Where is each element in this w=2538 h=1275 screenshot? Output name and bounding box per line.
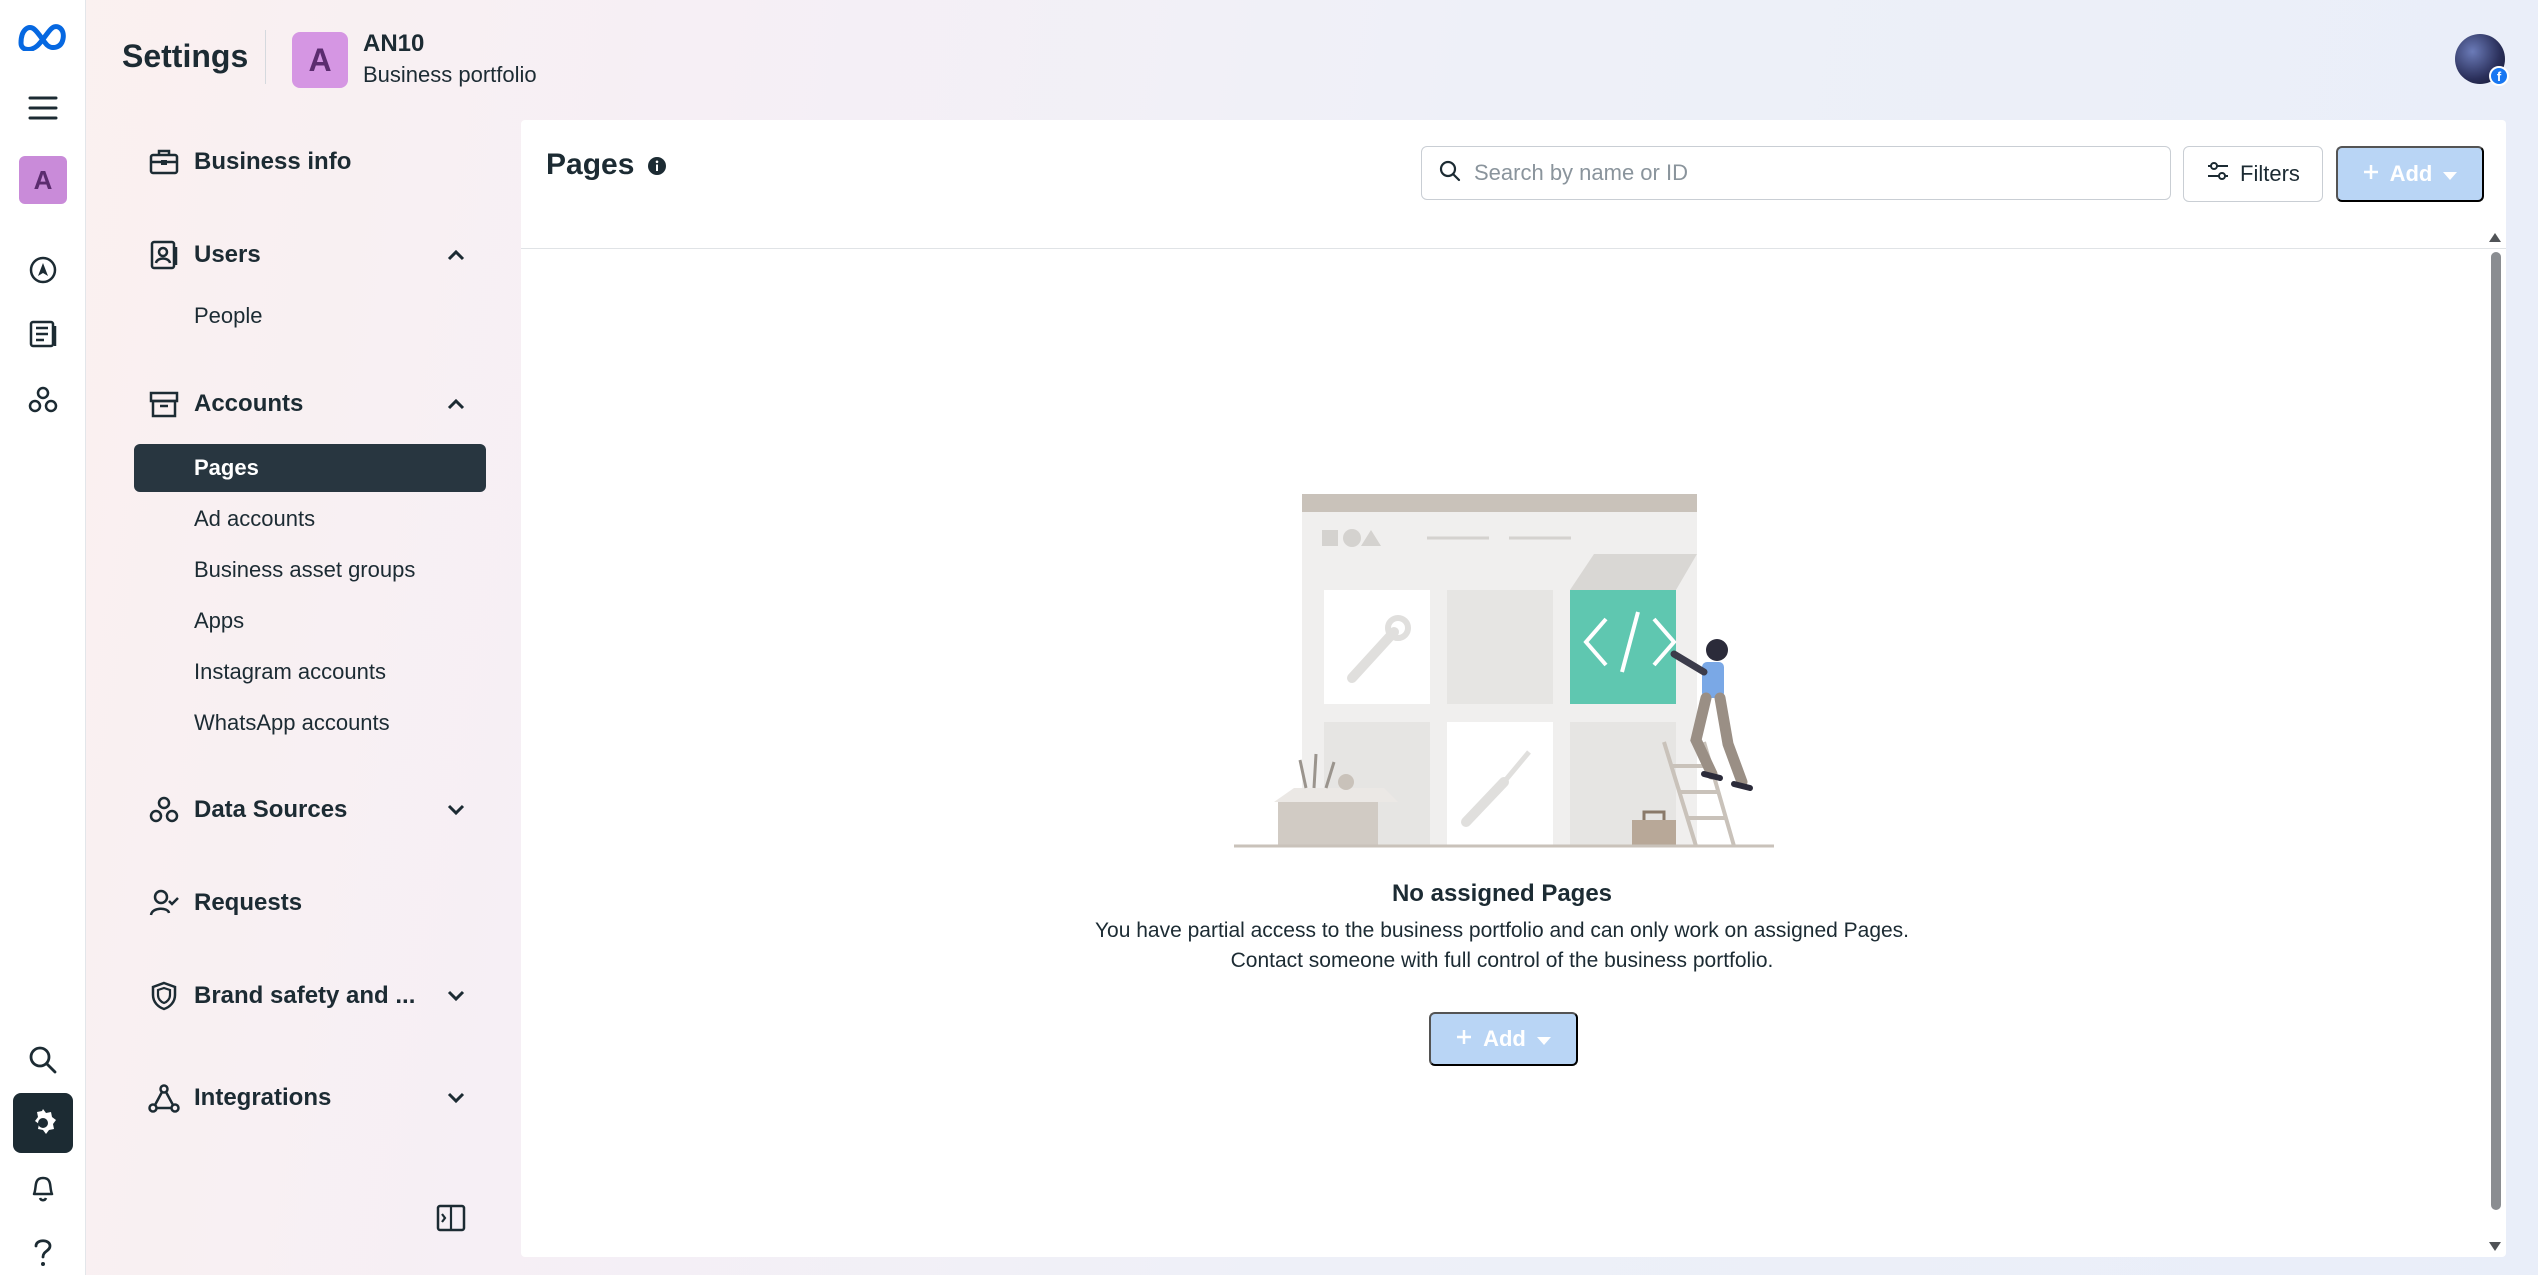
scrollbar-thumb[interactable]: [2491, 252, 2501, 1210]
nav-item-apps[interactable]: Apps: [134, 597, 486, 645]
caret-down-icon: [1536, 1026, 1552, 1052]
workspace-initial: A: [19, 156, 67, 204]
nav-users-label: Users: [194, 241, 261, 268]
nav-requests-label: Requests: [194, 889, 303, 916]
empty-state-description: You have partial access to the business …: [1094, 919, 1910, 972]
info-icon[interactable]: [647, 156, 667, 181]
compass-icon[interactable]: [0, 252, 86, 288]
scroll-down-arrow-icon[interactable]: [2487, 1240, 2503, 1259]
briefcase-icon: [134, 147, 194, 177]
add-label: Add: [2389, 161, 2433, 186]
notifications-bell-icon[interactable]: [0, 1170, 86, 1206]
nav-item-whatsapp-accounts[interactable]: WhatsApp accounts: [134, 699, 486, 747]
page-title: Settings: [122, 38, 249, 74]
search-icon: [1438, 159, 1462, 188]
nav-data-sources[interactable]: Data Sources: [134, 782, 486, 838]
menu-icon[interactable]: [0, 88, 86, 128]
nav-accounts-label: Accounts: [194, 390, 304, 417]
search-field[interactable]: [1421, 146, 2171, 200]
workspace-avatar[interactable]: A: [0, 154, 86, 206]
search-input[interactable]: [1474, 160, 2134, 186]
person-check-icon: [134, 887, 194, 919]
chevron-down-icon: [426, 990, 486, 1002]
plus-icon: [2362, 161, 2380, 187]
user-avatar[interactable]: f: [2455, 34, 2509, 86]
section-title: Pages: [546, 148, 635, 181]
settings-button[interactable]: [0, 1092, 86, 1154]
integrations-icon: [134, 1082, 194, 1114]
caret-down-icon: [2442, 161, 2458, 187]
scroll-up-arrow-icon[interactable]: [2487, 230, 2503, 249]
catalog-icon[interactable]: [0, 316, 86, 352]
nav-business-info-label: Business info: [194, 148, 352, 175]
nav-business-info[interactable]: Business info: [134, 134, 486, 190]
nav-users[interactable]: Users: [134, 227, 486, 283]
nav-item-business-asset-groups[interactable]: Business asset groups: [134, 546, 486, 594]
settings-gear-icon: [13, 1093, 73, 1153]
nav-item-pages[interactable]: Pages: [134, 444, 486, 492]
empty-state-illustration: [1234, 494, 1774, 848]
nav-brand-safety[interactable]: Brand safety and ...: [134, 968, 486, 1024]
nav-item-people[interactable]: People: [134, 292, 486, 340]
nav-brand-safety-label: Brand safety and ...: [194, 982, 416, 1009]
portfolio-avatar[interactable]: A: [292, 32, 348, 88]
main-panel: Pages Filters Add: [521, 120, 2506, 1257]
add-label: Add: [1483, 1026, 1526, 1051]
chevron-up-icon: [426, 398, 486, 410]
archive-box-icon: [134, 389, 194, 419]
portfolio-type: Business portfolio: [363, 62, 537, 87]
nav-accounts[interactable]: Accounts: [134, 376, 486, 432]
shield-icon: [134, 980, 194, 1012]
add-button-header[interactable]: Add: [2336, 146, 2484, 202]
chevron-up-icon: [426, 249, 486, 261]
empty-state-title: No assigned Pages: [1391, 880, 1613, 907]
settings-sidebar: Business info Users People Accounts Page…: [134, 120, 486, 1180]
nav-item-instagram-accounts[interactable]: Instagram accounts: [134, 648, 486, 696]
filters-sliders-icon: [2206, 160, 2230, 188]
portfolio-name[interactable]: AN10: [363, 30, 424, 58]
nav-integrations[interactable]: Integrations: [134, 1070, 486, 1126]
facebook-badge-icon: f: [2489, 66, 2509, 86]
nav-integrations-label: Integrations: [194, 1084, 332, 1111]
meta-logo-icon[interactable]: [0, 16, 86, 56]
help-icon[interactable]: [0, 1234, 86, 1270]
nav-requests[interactable]: Requests: [134, 875, 486, 931]
users-icon: [134, 239, 194, 271]
collapse-sidebar-icon[interactable]: [436, 1204, 466, 1237]
nav-data-sources-label: Data Sources: [194, 796, 348, 823]
chevron-down-icon: [426, 804, 486, 816]
add-button-empty-state[interactable]: Add: [1429, 1012, 1578, 1066]
header-divider: [265, 30, 266, 84]
filters-label: Filters: [2240, 161, 2300, 186]
data-sources-icon: [134, 794, 194, 826]
search-icon[interactable]: [0, 1042, 86, 1078]
nav-item-ad-accounts[interactable]: Ad accounts: [134, 495, 486, 543]
data-sources-icon[interactable]: [0, 382, 86, 418]
chevron-down-icon: [426, 1092, 486, 1104]
plus-icon: [1455, 1026, 1473, 1052]
app-rail: A: [0, 0, 86, 1275]
header-divider-line: [521, 248, 2506, 249]
filters-button[interactable]: Filters: [2183, 146, 2323, 202]
